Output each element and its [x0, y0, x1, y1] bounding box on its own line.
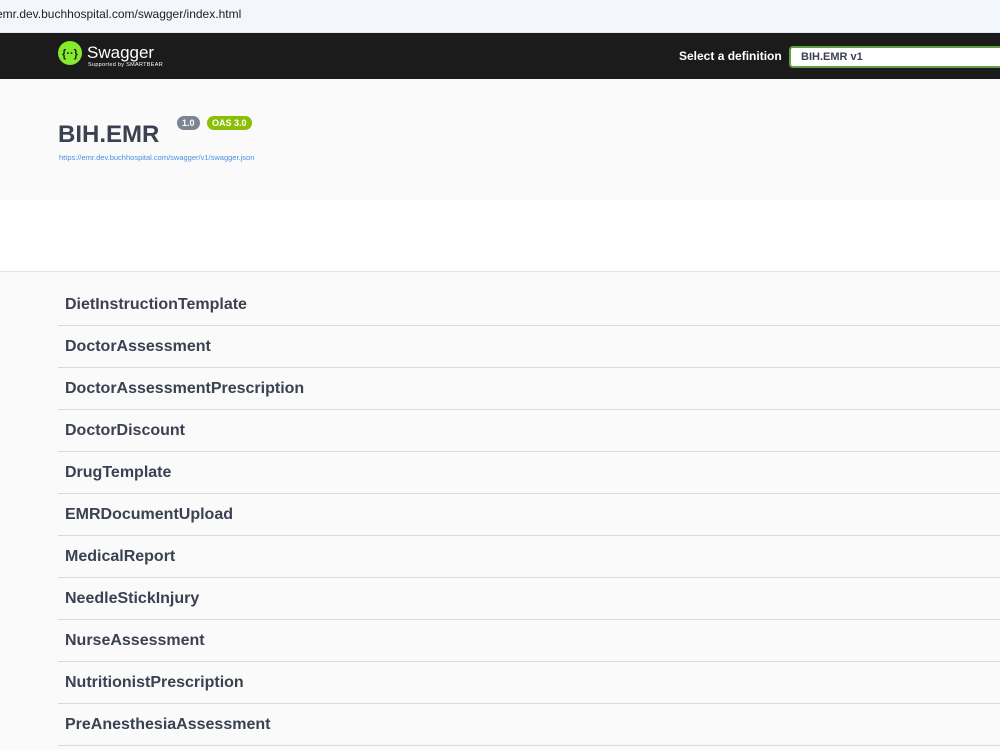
api-title: BIH.EMR	[58, 121, 160, 148]
tag-label[interactable]: DoctorAssessmentPrescription	[65, 380, 304, 398]
tag-label[interactable]: MedicalReport	[65, 548, 175, 566]
swagger-logo-text[interactable]: Swagger	[87, 43, 154, 63]
tag-label[interactable]: DoctorDiscount	[65, 422, 185, 440]
spec-json-link[interactable]: https://emr.dev.buchhospital.com/swagger…	[59, 153, 254, 162]
definition-label: Select a definition	[679, 49, 782, 63]
tag-section-diet-instruction-template[interactable]: DietInstructionTemplate	[58, 284, 1000, 326]
svg-text:{··}: {··}	[62, 48, 79, 60]
tag-label[interactable]: DrugTemplate	[65, 464, 171, 482]
operation-tags-list: DietInstructionTemplate DoctorAssessment…	[0, 271, 1000, 750]
definition-select[interactable]: BIH.EMR v1	[789, 46, 1000, 68]
tag-section-pre-anesthesia-assessment[interactable]: PreAnesthesiaAssessment	[58, 704, 1000, 746]
tag-section-doctor-discount[interactable]: DoctorDiscount	[58, 410, 1000, 452]
tag-label[interactable]: EMRDocumentUpload	[65, 506, 233, 524]
tag-section-doctor-assessment[interactable]: DoctorAssessment	[58, 326, 1000, 368]
tag-label[interactable]: DoctorAssessment	[65, 338, 211, 356]
tag-section-emr-document-upload[interactable]: EMRDocumentUpload	[58, 494, 1000, 536]
tag-section-needle-stick-injury[interactable]: NeedleStickInjury	[58, 578, 1000, 620]
tag-label[interactable]: PreAnesthesiaAssessment	[65, 716, 270, 734]
swagger-logo-subtext: Supported by SMARTBEAR	[88, 62, 163, 68]
oas-badge: OAS 3.0	[207, 116, 252, 130]
swagger-braces-icon[interactable]: {··}	[58, 41, 82, 65]
tag-label[interactable]: NurseAssessment	[65, 632, 205, 650]
swagger-topbar: {··} Swagger Supported by SMARTBEAR Sele…	[0, 33, 1000, 79]
tag-section-nurse-assessment[interactable]: NurseAssessment	[58, 620, 1000, 662]
api-info: BIH.EMR 1.0 OAS 3.0 https://emr.dev.buch…	[0, 79, 1000, 200]
browser-address-bar[interactable]: emr.dev.buchhospital.com/swagger/index.h…	[0, 0, 1000, 33]
tag-label[interactable]: NutritionistPrescription	[65, 674, 244, 692]
tag-section-drug-template[interactable]: DrugTemplate	[58, 452, 1000, 494]
tag-section-nutritionist-prescription[interactable]: NutritionistPrescription	[58, 662, 1000, 704]
tag-label[interactable]: DietInstructionTemplate	[65, 296, 247, 314]
version-badge: 1.0	[177, 116, 200, 130]
tag-label[interactable]: NeedleStickInjury	[65, 590, 199, 608]
tag-section-medical-report[interactable]: MedicalReport	[58, 536, 1000, 578]
tag-section-doctor-assessment-prescription[interactable]: DoctorAssessmentPrescription	[58, 368, 1000, 410]
address-url[interactable]: emr.dev.buchhospital.com/swagger/index.h…	[0, 7, 241, 21]
